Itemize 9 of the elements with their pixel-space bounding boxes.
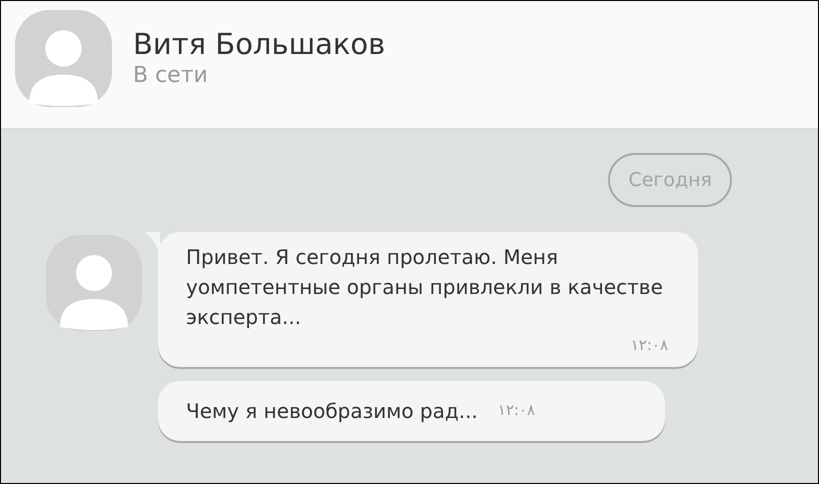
avatar-icon bbox=[46, 235, 142, 331]
message-text: Привет. Я сегодня пролетаю. Меня уомпетентные органы привлекли в качестве эксперта... bbox=[186, 244, 664, 331]
message-time: ١٢:٠٨ bbox=[630, 335, 668, 356]
date-pill: Сегодня bbox=[608, 153, 732, 207]
message-time: ١٢:٠٨ bbox=[498, 400, 536, 422]
message-text: Чему я невообразимо рад... bbox=[186, 398, 478, 424]
contact-status: В сети bbox=[133, 62, 209, 90]
contact-name: Витя Большаков bbox=[133, 26, 386, 62]
avatar-icon bbox=[15, 10, 112, 107]
